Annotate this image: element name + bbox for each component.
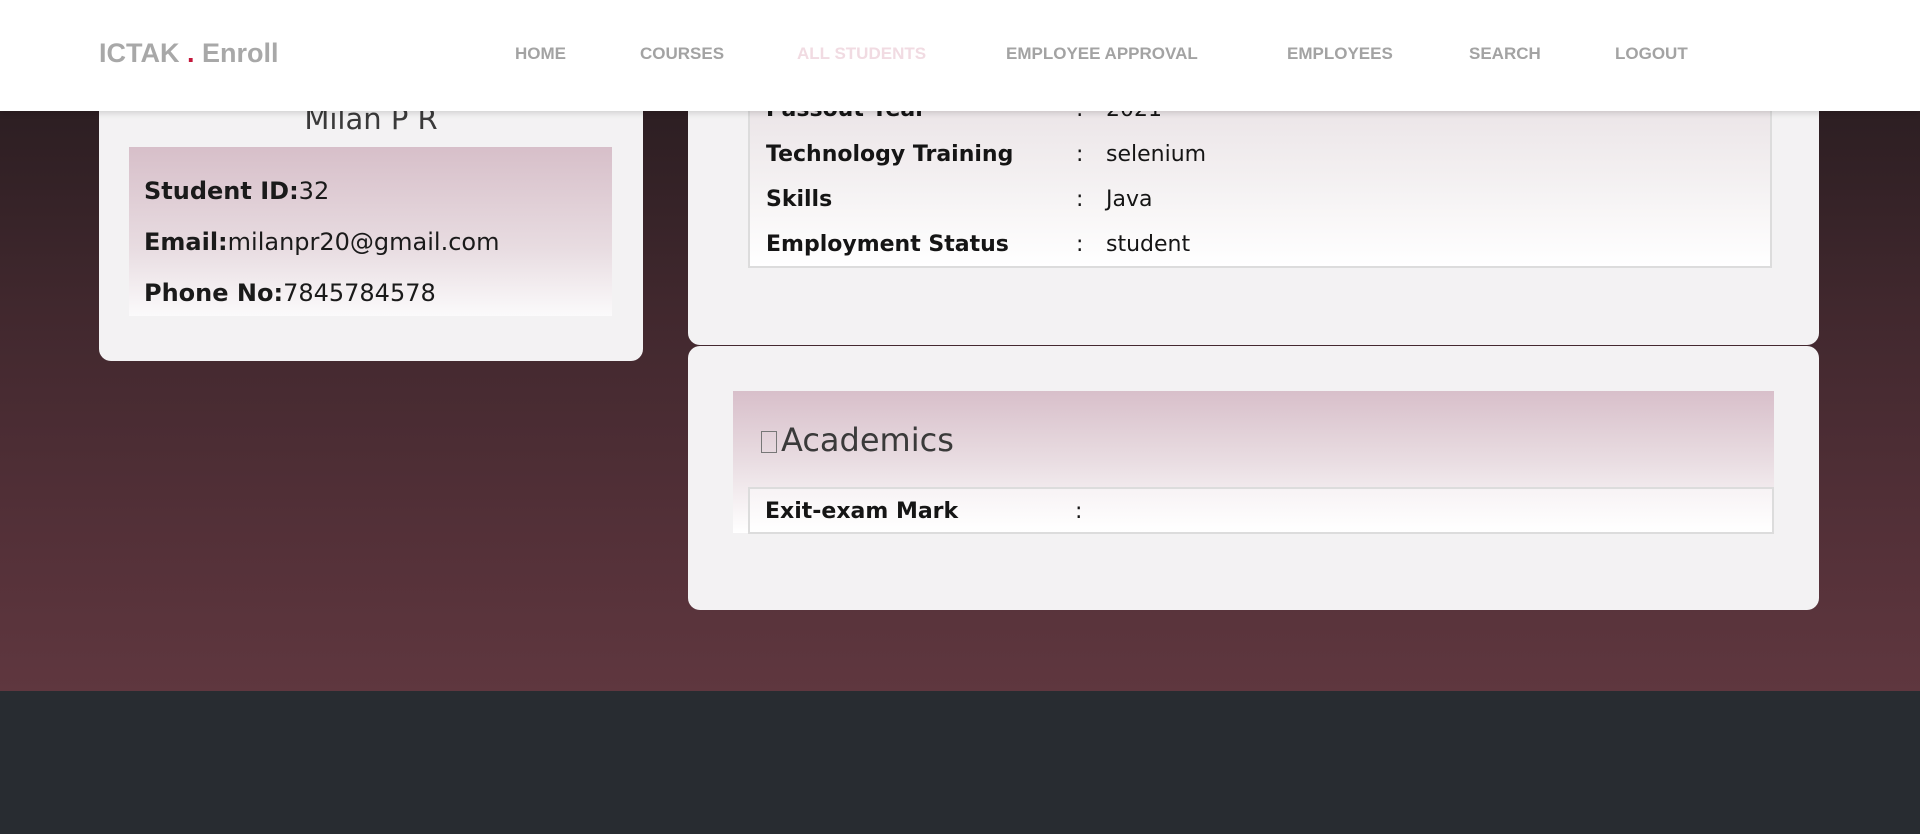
nav-employee-approval[interactable]: EMPLOYEE APPROVAL <box>1006 44 1198 64</box>
student-id-row: Student ID:32 <box>144 177 329 205</box>
top-navbar: ICTAK . Enroll HOME COURSES ALL STUDENTS… <box>0 0 1920 111</box>
nav-employees[interactable]: EMPLOYEES <box>1287 44 1393 64</box>
profile-info: Student ID:32 Email:milanpr20@gmail.com … <box>129 147 612 316</box>
missing-glyph-icon <box>761 431 777 453</box>
academics-title-text: Academics <box>781 421 954 459</box>
nav-courses[interactable]: COURSES <box>640 44 724 64</box>
detail-key: Employment Status <box>766 232 1009 257</box>
academics-key: Exit-exam Mark <box>765 499 959 524</box>
detail-value: selenium <box>1106 142 1207 167</box>
academics-title: Academics <box>761 421 954 459</box>
academics-card: Academics Exit-exam Mark : <box>688 346 1819 610</box>
nav-logout[interactable]: LOGOUT <box>1615 44 1688 64</box>
nav-all-students[interactable]: ALL STUDENTS <box>797 44 926 64</box>
phone-label: Phone No: <box>144 279 284 307</box>
detail-separator: : <box>1076 142 1084 167</box>
nav-search[interactable]: SEARCH <box>1469 44 1541 64</box>
student-id-value: 32 <box>298 177 330 205</box>
nav-links: HOME COURSES ALL STUDENTS EMPLOYEE APPRO… <box>0 44 1920 68</box>
detail-row: Technology Training : selenium <box>750 142 1774 172</box>
footer <box>0 691 1920 834</box>
academics-separator: : <box>1075 499 1083 524</box>
nav-home[interactable]: HOME <box>515 44 566 64</box>
phone-row: Phone No:7845784578 <box>144 279 436 307</box>
email-row: Email:milanpr20@gmail.com <box>144 228 499 256</box>
detail-row: Employment Status : student <box>750 232 1774 262</box>
detail-key: Skills <box>766 187 833 212</box>
email-value: milanpr20@gmail.com <box>227 228 500 256</box>
detail-separator: : <box>1076 187 1084 212</box>
email-label: Email: <box>144 228 228 256</box>
detail-value: student <box>1106 232 1191 257</box>
academics-table: Exit-exam Mark : <box>748 487 1774 534</box>
academics-header: Academics Exit-exam Mark : <box>733 391 1774 534</box>
detail-value: Java <box>1106 187 1153 212</box>
detail-separator: : <box>1076 232 1084 257</box>
phone-value: 7845784578 <box>283 279 436 307</box>
detail-row: Skills : Java <box>750 187 1774 217</box>
student-id-label: Student ID: <box>144 177 299 205</box>
detail-key: Technology Training <box>766 142 1014 167</box>
